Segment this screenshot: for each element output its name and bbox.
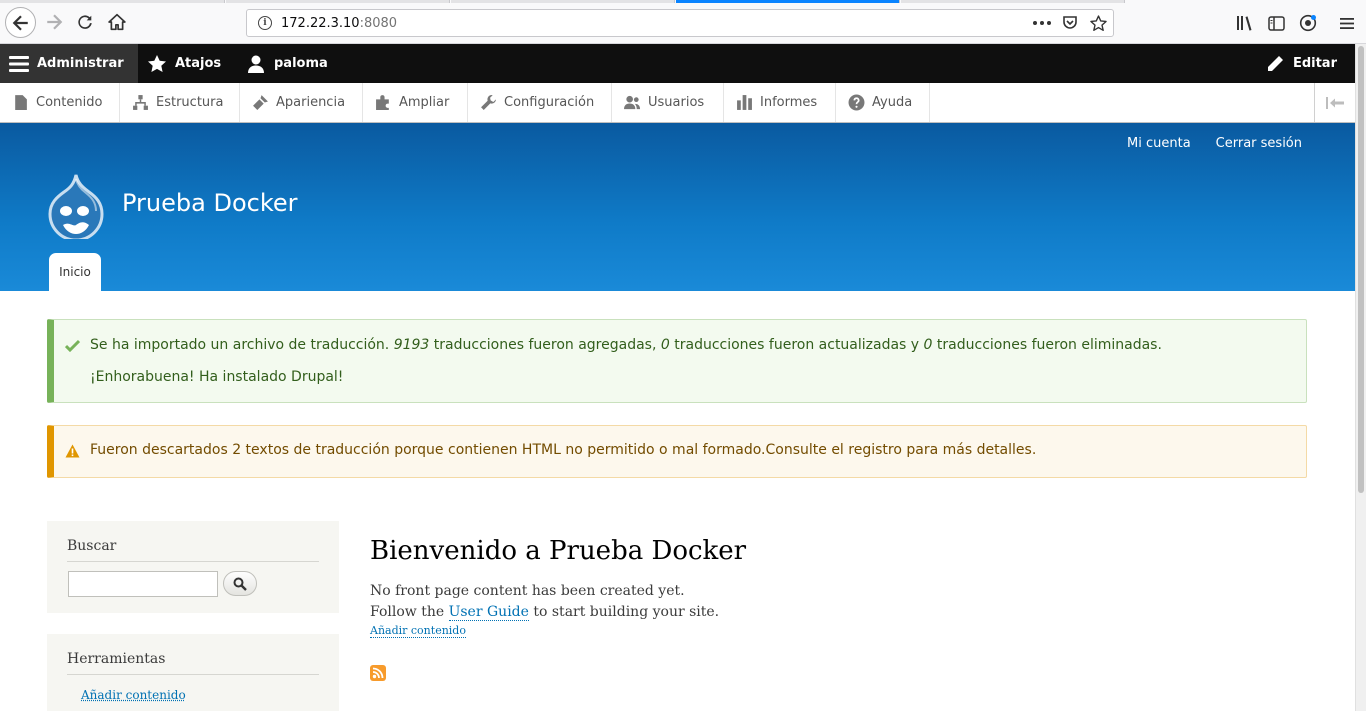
search-icon <box>233 577 247 591</box>
hamburger-icon <box>9 55 29 72</box>
tab-home[interactable]: Inicio <box>49 253 101 291</box>
no-content-text: No front page content has been created y… <box>370 583 685 599</box>
site-header: Mi cuenta Cerrar sesión Prueba Docker In… <box>0 123 1355 291</box>
tray-item-people[interactable]: Usuarios <box>612 83 724 122</box>
sitemap-icon <box>133 95 148 110</box>
home-button[interactable] <box>103 8 131 36</box>
warning-message: Fueron descartados 2 textos de traducció… <box>47 425 1307 478</box>
secondary-menu: Mi cuenta Cerrar sesión <box>1127 136 1302 151</box>
bookmark-star-icon[interactable] <box>1089 14 1107 32</box>
puzzle-icon <box>376 95 389 110</box>
tray-item-label: Apariencia <box>276 95 346 110</box>
status-message-line1: Se ha importado un archivo de traducción… <box>90 337 1162 353</box>
tray-item-reports[interactable]: Informes <box>724 83 836 122</box>
tray-item-label: Contenido <box>36 95 103 110</box>
page-title: Bienvenido a Prueba Docker <box>370 536 747 566</box>
more-actions-icon[interactable] <box>1033 14 1051 32</box>
tray-item-appearance[interactable]: Apariencia <box>240 83 363 122</box>
home-icon <box>108 13 126 31</box>
status-message-line2: ¡Enhorabuena! Ha instalado Drupal! <box>90 369 344 385</box>
tools-block-title: Herramientas <box>67 634 319 675</box>
warning-icon <box>65 444 80 458</box>
tray-item-extend[interactable]: Ampliar <box>363 83 468 122</box>
search-block-title: Buscar <box>67 521 319 562</box>
rss-feed-icon[interactable] <box>370 665 386 681</box>
user-icon <box>248 55 264 73</box>
tray-item-label: Usuarios <box>648 95 705 110</box>
account-icon[interactable] <box>1297 12 1319 34</box>
star-icon <box>148 54 166 72</box>
tab-strip <box>0 0 1366 3</box>
collapse-left-icon <box>1326 96 1344 109</box>
url-text: 172.22.3.10:8080 <box>281 15 398 31</box>
reload-icon <box>78 15 92 29</box>
add-content-main-link[interactable]: Añadir contenido <box>370 624 466 638</box>
url-bar[interactable]: i 172.22.3.10:8080 <box>246 9 1114 37</box>
bar-chart-icon <box>737 95 752 110</box>
wrench-icon <box>481 95 496 110</box>
edit-label: Editar <box>1292 56 1337 71</box>
tray-orientation-toggle[interactable] <box>1314 83 1355 122</box>
sidebar-icon[interactable] <box>1265 12 1287 34</box>
user-label: paloma <box>274 56 328 71</box>
shortcuts-label: Atajos <box>175 56 222 71</box>
tray-item-help[interactable]: Ayuda <box>836 83 930 122</box>
admin-toolbar: Administrar Atajos paloma Editar <box>0 44 1355 83</box>
scrollbar-thumb[interactable] <box>1358 46 1364 493</box>
search-button[interactable] <box>223 571 257 596</box>
browser-toolbar: i 172.22.3.10:8080 <box>0 0 1366 44</box>
tools-block: Herramientas Añadir contenido <box>47 634 339 711</box>
pocket-icon[interactable] <box>1061 14 1079 32</box>
drupal-logo[interactable] <box>45 173 107 239</box>
library-icon[interactable] <box>1234 12 1256 34</box>
menu-icon[interactable] <box>1336 12 1358 34</box>
tray-item-label: Ayuda <box>872 95 913 110</box>
tray-item-label: Estructura <box>156 95 224 110</box>
tray-item-label: Configuración <box>504 95 595 110</box>
logout-link[interactable]: Cerrar sesión <box>1216 136 1302 151</box>
status-message: Se ha importado un archivo de traducción… <box>47 319 1307 403</box>
add-content-link[interactable]: Añadir contenido <box>81 688 186 702</box>
search-block: Buscar <box>47 521 339 613</box>
site-name[interactable]: Prueba Docker <box>122 189 298 217</box>
tray-item-content[interactable]: Contenido <box>0 83 120 122</box>
reload-button[interactable] <box>71 8 99 36</box>
page-scrollbar[interactable] <box>1355 44 1366 711</box>
pencil-icon <box>1267 55 1283 71</box>
arrow-left-icon <box>12 14 28 31</box>
shortcuts-menu-item[interactable]: Atajos <box>147 44 221 83</box>
manage-label: Administrar <box>37 56 124 71</box>
manage-menu-item[interactable]: Administrar <box>0 44 138 83</box>
arrow-right-icon <box>47 14 63 30</box>
admin-tray: Contenido Estructura Apariencia Ampliar … <box>0 83 1355 123</box>
warning-message-text: Fueron descartados 2 textos de traducció… <box>90 442 1037 458</box>
tray-item-structure[interactable]: Estructura <box>120 83 240 122</box>
back-button[interactable] <box>5 7 36 38</box>
tray-item-label: Informes <box>760 95 818 110</box>
my-account-link[interactable]: Mi cuenta <box>1127 136 1191 151</box>
file-icon <box>15 95 27 110</box>
user-menu-item[interactable]: paloma <box>246 44 328 83</box>
help-icon <box>848 94 865 111</box>
info-icon[interactable]: i <box>258 16 272 30</box>
tray-item-label: Ampliar <box>399 95 450 110</box>
search-input[interactable] <box>68 571 218 597</box>
people-icon <box>624 95 641 110</box>
paintbrush-icon <box>253 95 268 110</box>
forward-button[interactable] <box>40 8 68 36</box>
user-guide-link[interactable]: User Guide <box>448 604 529 621</box>
check-icon <box>65 339 80 352</box>
edit-button[interactable]: Editar <box>1265 44 1337 83</box>
user-guide-text: Follow the User Guide to start building … <box>370 604 720 621</box>
tray-item-configuration[interactable]: Configuración <box>468 83 612 122</box>
